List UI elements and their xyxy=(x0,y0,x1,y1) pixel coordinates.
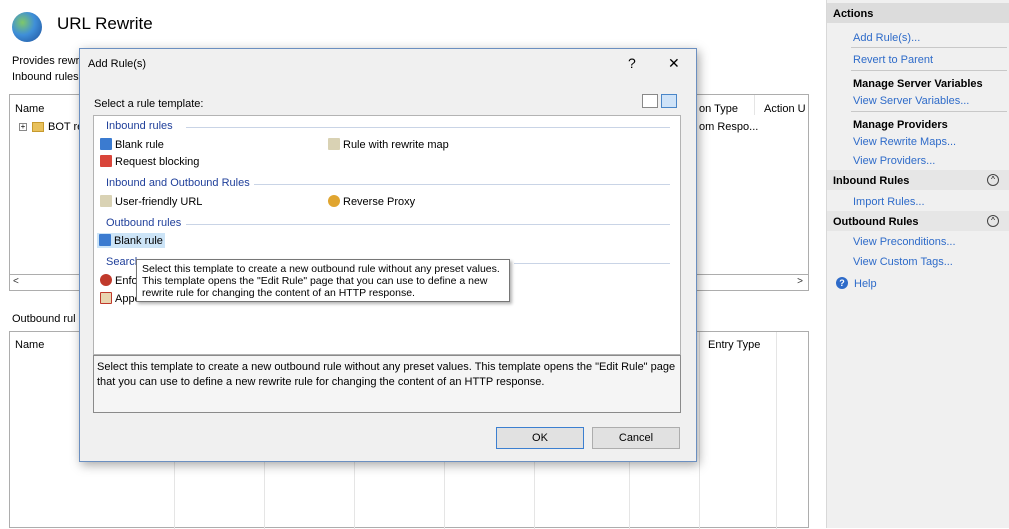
col-name[interactable]: Name xyxy=(15,103,44,115)
col-separator xyxy=(754,95,755,115)
add-rules-link[interactable]: Add Rule(s)... xyxy=(853,32,920,44)
ok-button[interactable]: OK xyxy=(496,427,584,449)
append-icon xyxy=(100,292,112,304)
list-view-icon[interactable] xyxy=(642,94,658,108)
view-providers-link[interactable]: View Providers... xyxy=(853,155,935,167)
rule-type: om Respo... xyxy=(699,121,759,133)
collapse-icon[interactable]: ^ xyxy=(987,215,999,227)
view-preconditions-link[interactable]: View Preconditions... xyxy=(853,236,956,248)
group-inbound-outbound: Inbound and Outbound Rules xyxy=(106,177,250,189)
col-type[interactable]: on Type xyxy=(699,103,738,115)
divider xyxy=(186,127,670,128)
outbound-rules-section-header[interactable]: Outbound Rules xyxy=(827,211,1009,231)
divider xyxy=(851,47,1007,48)
template-request-blocking[interactable]: Request blocking xyxy=(100,155,199,168)
enforce-icon xyxy=(100,274,112,286)
view-custom-tags-link[interactable]: View Custom Tags... xyxy=(853,256,953,268)
rewrite-map-icon xyxy=(328,138,340,150)
manage-server-variables-heading: Manage Server Variables xyxy=(853,78,983,90)
inbound-rules-label: Inbound rules xyxy=(12,71,79,83)
revert-to-parent-link[interactable]: Revert to Parent xyxy=(853,54,933,66)
reverse-proxy-label: Reverse Proxy xyxy=(343,196,416,208)
template-description: Select this template to create a new out… xyxy=(93,355,681,413)
blank-rule-icon xyxy=(99,234,111,246)
template-blank-rule-inbound[interactable]: Blank rule xyxy=(100,138,164,151)
help-icon[interactable]: ? xyxy=(836,277,848,289)
view-rewrite-maps-link[interactable]: View Rewrite Maps... xyxy=(853,136,956,148)
template-list[interactable]: Inbound rules Blank rule Rule with rewri… xyxy=(93,115,681,355)
page-description: Provides rewri xyxy=(12,55,82,67)
divider xyxy=(851,111,1007,112)
template-blank-rule-outbound[interactable]: Blank rule xyxy=(97,233,165,248)
user-friendly-url-label: User-friendly URL xyxy=(115,196,203,208)
template-tooltip: Select this template to create a new out… xyxy=(136,259,510,302)
tile-view-icon[interactable] xyxy=(661,94,677,108)
request-blocking-icon xyxy=(100,155,112,167)
folder-icon xyxy=(32,122,44,132)
view-server-variables-link[interactable]: View Server Variables... xyxy=(853,95,969,107)
col-separator xyxy=(699,332,700,529)
page-title: URL Rewrite xyxy=(57,14,153,33)
inbound-rules-section-label: Inbound Rules xyxy=(833,175,910,187)
collapse-icon[interactable]: ^ xyxy=(987,174,999,186)
rule-name[interactable]: BOT re xyxy=(48,121,83,133)
col-name[interactable]: Name xyxy=(15,339,44,351)
template-append[interactable]: Appe xyxy=(100,292,141,305)
actions-header: Actions xyxy=(827,3,1009,23)
divider xyxy=(186,224,670,225)
col-separator xyxy=(776,332,777,529)
close-button[interactable]: ✕ xyxy=(668,55,680,72)
scroll-right-icon[interactable]: > xyxy=(797,276,803,287)
reverse-proxy-icon xyxy=(328,195,340,207)
group-outbound-rules: Outbound rules xyxy=(106,217,182,229)
template-reverse-proxy[interactable]: Reverse Proxy xyxy=(328,195,415,208)
user-friendly-url-icon xyxy=(100,195,112,207)
divider xyxy=(851,70,1007,71)
import-rules-link[interactable]: Import Rules... xyxy=(853,196,925,208)
blank-rule-icon xyxy=(100,138,112,150)
inbound-rules-section-header[interactable]: Inbound Rules xyxy=(827,170,1009,190)
col-action[interactable]: Action U xyxy=(764,103,806,115)
template-user-friendly-url[interactable]: User-friendly URL xyxy=(100,195,202,208)
manage-providers-heading: Manage Providers xyxy=(853,119,948,131)
rewrite-map-label: Rule with rewrite map xyxy=(343,139,449,151)
group-inbound-rules: Inbound rules xyxy=(106,120,173,132)
globe-icon xyxy=(12,12,42,42)
blank-rule-label: Blank rule xyxy=(115,139,164,151)
divider xyxy=(254,184,670,185)
blank-rule-label: Blank rule xyxy=(114,235,163,247)
expand-icon[interactable]: + xyxy=(19,123,27,131)
add-rules-dialog: Add Rule(s) ? ✕ Select a rule template: … xyxy=(79,48,697,462)
help-link[interactable]: Help xyxy=(854,278,877,290)
dialog-title: Add Rule(s) xyxy=(88,58,147,70)
select-template-label: Select a rule template: xyxy=(94,98,204,110)
request-blocking-label: Request blocking xyxy=(115,156,200,168)
actions-pane: Actions Add Rule(s)... Revert to Parent … xyxy=(826,0,1009,528)
cancel-button[interactable]: Cancel xyxy=(592,427,680,449)
divider xyxy=(514,263,670,264)
outbound-rules-label: Outbound rul xyxy=(12,313,76,325)
scroll-left-icon[interactable]: < xyxy=(13,276,19,287)
help-button[interactable]: ? xyxy=(628,55,636,71)
template-rule-with-rewrite-map[interactable]: Rule with rewrite map xyxy=(328,138,449,151)
col-entry-type[interactable]: Entry Type xyxy=(708,339,760,351)
template-enforce[interactable]: Enfo xyxy=(100,274,138,287)
outbound-rules-section-label: Outbound Rules xyxy=(833,216,919,228)
enforce-label: Enfo xyxy=(115,275,138,287)
